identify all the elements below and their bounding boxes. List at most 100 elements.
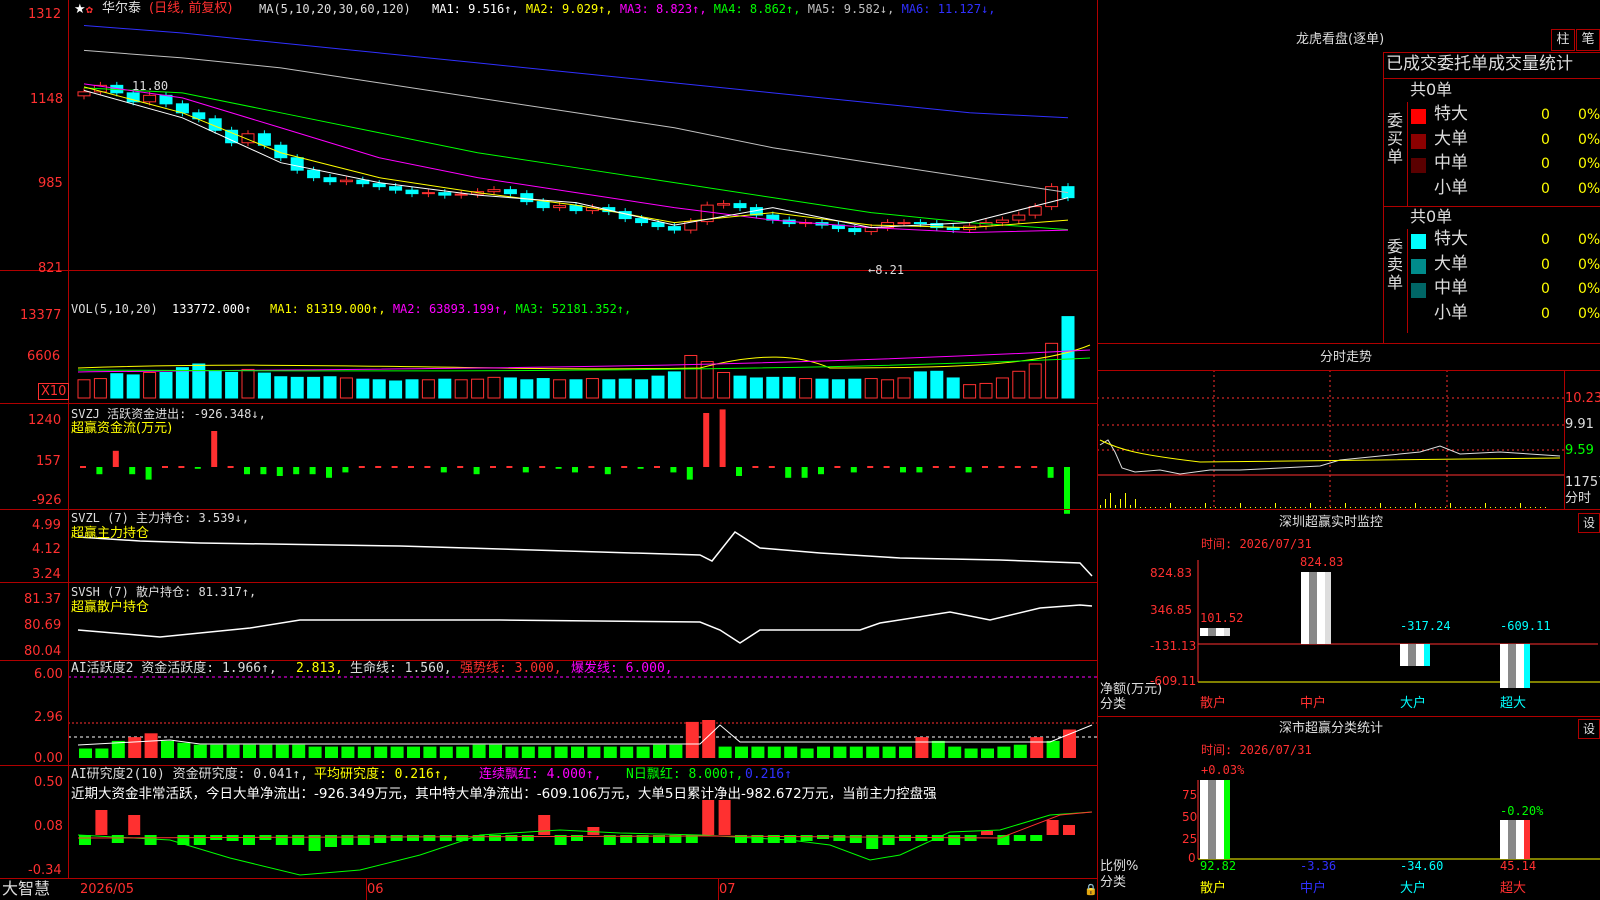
candle: [520, 193, 534, 203]
fenshi-vol: [1255, 507, 1256, 508]
brand-label[interactable]: 大智慧: [2, 881, 50, 897]
fenshi-vol: [1530, 507, 1531, 508]
stats-title: 已成交委托单成交量统计: [1386, 54, 1573, 74]
vol-ma-values: MA1: 81319.000↑, MA2: 63893.199↑, MA3: 5…: [270, 303, 631, 315]
research-bar: [1046, 820, 1059, 835]
activity-bar: [193, 744, 207, 758]
flow-bar: [1014, 466, 1021, 468]
volume-bar: [782, 376, 796, 399]
monitor-settings-button[interactable]: 设: [1578, 513, 1600, 533]
volume-bar: [799, 378, 813, 399]
ai-research-v5: 0.216↑: [745, 767, 792, 782]
fenshi-vol: [1170, 503, 1171, 508]
volume-bar: [946, 377, 960, 399]
candle: [307, 169, 321, 179]
volume-bar: [569, 379, 583, 399]
svzj-label: SVZJ 活跃资金进出: -926.348↓,: [71, 407, 266, 421]
activity-bar: [505, 746, 519, 758]
fenshi-vol: [1385, 507, 1386, 508]
activity-bar: [899, 746, 912, 758]
vol-value: 133772.000↑: [172, 302, 252, 316]
category-label: 大户: [1400, 881, 1427, 896]
fenshi-vol: [1410, 507, 1411, 508]
flow-bar: [998, 466, 1005, 468]
category-value: 824.83: [1300, 555, 1344, 569]
classify-settings-button[interactable]: 设: [1578, 719, 1600, 739]
ai-active-tick: 0.00: [34, 751, 63, 766]
ai-active-v5: 爆发线: 6.000,: [571, 661, 673, 676]
category-value: -609.11: [1500, 619, 1551, 633]
category-value: 101.52: [1200, 611, 1244, 625]
activity-bar: [357, 746, 371, 758]
activity-bar: [489, 744, 502, 758]
activity-bar: [538, 746, 552, 758]
chart-mode[interactable]: (日线, 前复权): [149, 2, 232, 15]
fenshi-vol: [1145, 507, 1146, 508]
star-icon[interactable]: ★✿: [74, 3, 93, 16]
price-tick: 985: [38, 176, 63, 191]
candle: [389, 186, 403, 191]
activity-bar: [685, 721, 699, 758]
candle: [733, 203, 747, 209]
fenshi-vol: [1185, 507, 1186, 508]
volume-bar: [979, 382, 993, 399]
volume-bar: [717, 371, 731, 399]
fenshi-vol: [1310, 503, 1311, 508]
svzl-tick: 4.12: [32, 542, 61, 557]
volume-bar: [356, 378, 370, 399]
volume-bar: [881, 379, 895, 399]
activity-bar: [325, 746, 338, 758]
volume-bar: [307, 376, 321, 399]
tick-view-button[interactable]: 笔: [1576, 29, 1600, 51]
flow-bar: [326, 467, 332, 478]
main-right-border: [1097, 0, 1098, 900]
flow-bar: [900, 467, 906, 473]
lock-icon[interactable]: 🔒: [1084, 884, 1098, 895]
flow-bar: [1047, 467, 1054, 478]
flow-bar: [982, 466, 988, 468]
date-divider: [366, 878, 367, 900]
activity-bar: [981, 748, 994, 758]
flow-bar: [408, 466, 414, 468]
order-percent: 0%: [1578, 156, 1600, 172]
activity-bar: [767, 746, 781, 758]
monitor-ylabel: 净额(万元): [1100, 682, 1163, 697]
research-bar: [439, 835, 452, 841]
category-value: 92.82: [1200, 859, 1237, 873]
research-bar: [948, 835, 961, 845]
activity-bar: [948, 746, 962, 758]
volume-bar: [618, 378, 632, 399]
research-bar: [981, 831, 993, 835]
fenshi-vol: [1515, 507, 1516, 508]
activity-bar: [292, 744, 306, 758]
fenshi-vol: [1370, 507, 1371, 508]
research-bar: [144, 835, 157, 845]
activity-bar: [669, 744, 683, 758]
flow-bar: [555, 467, 562, 469]
ai-active-tick: 2.96: [34, 710, 63, 725]
fenshi-vol: [1305, 507, 1306, 508]
activity-bar: [833, 746, 847, 758]
activity-bar: [603, 746, 617, 758]
flow-bar: [112, 450, 119, 467]
flow-bar: [211, 431, 218, 467]
fenshi-vol: [1440, 507, 1441, 508]
fenshi-vol: [1540, 507, 1541, 508]
ma-value: MA1: 9.516↑,: [432, 2, 526, 16]
activity-bar: [226, 744, 240, 758]
flow-bar: [703, 413, 710, 467]
fenshi-vol: [1325, 507, 1326, 508]
flow-bar: [309, 467, 316, 475]
volume-bar: [1012, 370, 1026, 399]
fenshi-title: 分时走势: [1320, 350, 1373, 365]
research-bar: [1013, 835, 1026, 841]
svzl-sub: 超赢主力持仓: [71, 526, 150, 541]
ma-value: MA3: 52181.352↑,: [515, 302, 632, 316]
volume-bar: [110, 373, 124, 399]
research-bar: [800, 835, 813, 841]
bar-view-button[interactable]: 柱: [1551, 29, 1575, 51]
fenshi-vol: [1460, 507, 1461, 508]
fenshi-vol: [1500, 507, 1501, 508]
activity-bar: [161, 740, 174, 758]
flow-bar: [752, 466, 759, 468]
